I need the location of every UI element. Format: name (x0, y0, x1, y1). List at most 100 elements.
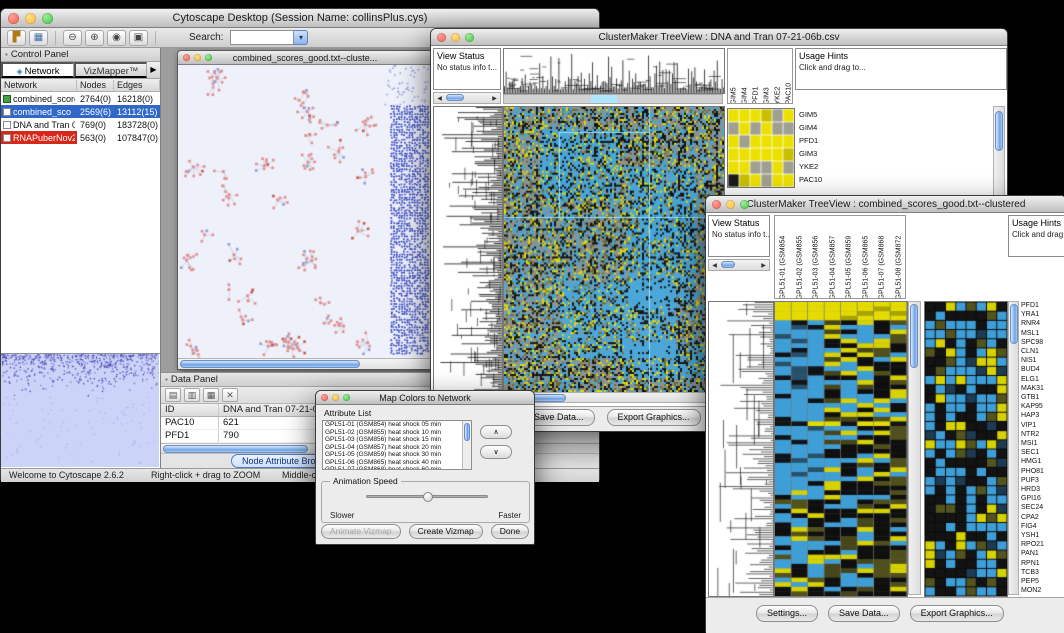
save-session-button[interactable]: ▦ (29, 30, 48, 46)
tab-overflow-button[interactable]: ▶ (147, 62, 160, 78)
zoom-window-button[interactable] (740, 200, 749, 209)
network-view-titlebar[interactable]: combined_scores_good.txt--cluste... (178, 51, 432, 65)
column-header-network[interactable]: Network (1, 80, 77, 90)
close-button[interactable] (183, 54, 190, 61)
minimize-button[interactable] (451, 33, 460, 42)
row-dendrogram-canvas[interactable] (708, 301, 774, 597)
delete-icon: ✕ (226, 390, 234, 400)
tab-network[interactable]: ◈Network (1, 62, 74, 78)
zoom-window-button[interactable] (465, 33, 474, 42)
main-titlebar[interactable]: Cytoscape Desktop (Session Name: collins… (1, 9, 599, 28)
attribute-list-scrollbar[interactable] (462, 421, 471, 469)
done-button[interactable]: Done (491, 524, 529, 539)
scrollbar-thumb[interactable] (180, 360, 360, 368)
treeview-combined-titlebar[interactable]: ClusterMaker TreeView : combined_scores_… (706, 196, 1064, 213)
attribute-list-item[interactable]: GPL51-04 (GSM857) heat shock 20 min (323, 444, 462, 452)
row-dendrogram-canvas[interactable] (433, 106, 503, 393)
status-scrollbar[interactable]: ◀ ▶ (708, 259, 770, 271)
column-label: GIM4 (740, 49, 749, 105)
column-dendrogram-canvas[interactable] (503, 48, 725, 94)
close-button[interactable] (437, 33, 446, 42)
gene-label: PAN1 (1021, 549, 1064, 558)
gene-label: RPN1 (1021, 559, 1064, 568)
detail-vertical-scrollbar[interactable] (1008, 301, 1019, 595)
column-header-id[interactable]: ID (161, 404, 219, 416)
detail-heatmap-canvas[interactable] (727, 108, 795, 188)
move-down-button[interactable]: ∨ (480, 445, 512, 459)
delete-attribute-button[interactable]: ✕ (222, 388, 238, 402)
gene-label: MSI1 (1021, 439, 1064, 448)
network-overview-canvas[interactable] (1, 354, 159, 467)
attribute-list-item[interactable]: GPL51-01 (GSM854) heat shock 05 min (323, 421, 462, 429)
minimize-button[interactable] (332, 394, 339, 401)
save-data-button[interactable]: Save Data... (828, 605, 900, 622)
scrollbar-thumb[interactable] (464, 423, 470, 441)
close-button[interactable] (712, 200, 721, 209)
attribute-list-item[interactable]: GPL51-02 (GSM855) heat shock 10 min (323, 429, 462, 437)
column-label: YKE2 (773, 49, 782, 105)
attribute-list-item[interactable]: GPL51-05 (GSM859) heat shock 30 min (323, 451, 462, 459)
network-horizontal-scrollbar[interactable] (178, 358, 432, 369)
tab-vizmapper[interactable]: VizMapper™ (74, 62, 147, 78)
treeview-dna-titlebar[interactable]: ClusterMaker TreeView : DNA and Tran 07-… (431, 29, 1007, 46)
network-row[interactable]: DNA and Tran 07 769(0) 183728(0) (1, 118, 160, 131)
network-tree-empty-area[interactable] (1, 144, 160, 353)
create-vizmap-button[interactable]: Create Vizmap (409, 524, 483, 539)
zoom-selected-button[interactable]: ◉ (107, 30, 126, 46)
global-vertical-scrollbar[interactable] (908, 301, 921, 595)
column-selection-strip[interactable] (503, 94, 723, 104)
attribute-list-item[interactable]: GPL51-06 (GSM865) heat shock 40 min (323, 459, 462, 467)
zoom-in-button[interactable]: ⊕ (85, 30, 104, 46)
settings-button[interactable]: Settings... (756, 605, 818, 622)
scroll-right-icon[interactable]: ▶ (758, 262, 769, 269)
create-attribute-button[interactable]: ▦ (203, 388, 219, 402)
export-graphics-button[interactable]: Export Graphics... (910, 605, 1004, 622)
search-dropdown-button[interactable]: ▾ (294, 30, 308, 45)
scrollbar-thumb[interactable] (721, 261, 735, 268)
slider-thumb[interactable] (423, 492, 433, 502)
zoom-window-button[interactable] (205, 54, 212, 61)
network-row[interactable]: combined_sco 2569(6) 13112(15) (1, 105, 160, 118)
minimize-button[interactable] (726, 200, 735, 209)
column-label: GPL51-03 (GSM856 (812, 216, 821, 300)
network-row[interactable]: combined_scores 2764(0) 16218(0) (1, 92, 160, 105)
attribute-list-item[interactable]: GPL51-03 (GSM856) heat shock 15 min (323, 436, 462, 444)
animate-vizmap-button[interactable]: Animate Vizmap (321, 524, 401, 539)
scrollbar-thumb[interactable] (163, 445, 308, 453)
zoom-fit-button[interactable]: ▣ (129, 30, 148, 46)
move-up-button[interactable]: ∧ (480, 425, 512, 439)
unselect-attributes-button[interactable]: ▥ (184, 388, 200, 402)
scrollbar-thumb[interactable] (446, 94, 464, 101)
scroll-left-icon[interactable]: ◀ (434, 95, 445, 102)
attribute-list-item[interactable]: GPL51-07 (GSM868) heat shock 60 min (323, 466, 462, 469)
column-header-nodes[interactable]: Nodes (77, 80, 114, 90)
zoom-window-button[interactable] (343, 394, 350, 401)
global-heatmap-canvas[interactable] (503, 106, 725, 393)
global-heatmap-canvas[interactable] (774, 301, 908, 597)
minimize-button[interactable] (194, 54, 201, 61)
animation-speed-slider[interactable] (366, 495, 488, 498)
close-button[interactable] (321, 394, 328, 401)
close-button[interactable] (8, 13, 19, 24)
scrollbar-thumb[interactable] (1010, 304, 1018, 344)
scroll-left-icon[interactable]: ◀ (709, 262, 720, 269)
window-controls (183, 51, 212, 64)
select-attributes-button[interactable]: ▤ (165, 388, 181, 402)
zoom-out-button[interactable]: ⊖ (63, 30, 82, 46)
minimize-button[interactable] (25, 13, 36, 24)
network-row[interactable]: RNAPuberNov2 563(0) 107847(0) (1, 131, 160, 144)
heatmap-horizontal-scrollbar[interactable] (503, 392, 723, 403)
export-graphics-button[interactable]: Export Graphics... (607, 409, 701, 426)
scroll-right-icon[interactable]: ▶ (489, 95, 500, 102)
search-input[interactable] (230, 30, 294, 45)
dialog-titlebar[interactable]: Map Colors to Network (316, 391, 534, 405)
scrollbar-thumb[interactable] (910, 304, 918, 368)
status-scrollbar[interactable]: ◀ ▶ (433, 92, 501, 104)
detail-heatmap-canvas[interactable] (924, 301, 1008, 597)
scrollbar-thumb[interactable] (995, 111, 1003, 151)
column-header-edges[interactable]: Edges (114, 80, 160, 90)
network-canvas[interactable] (178, 65, 432, 358)
zoom-window-button[interactable] (42, 13, 53, 24)
network-table: combined_scores 2764(0) 16218(0) combine… (1, 92, 160, 144)
open-session-button[interactable]: ▛ (7, 30, 26, 46)
